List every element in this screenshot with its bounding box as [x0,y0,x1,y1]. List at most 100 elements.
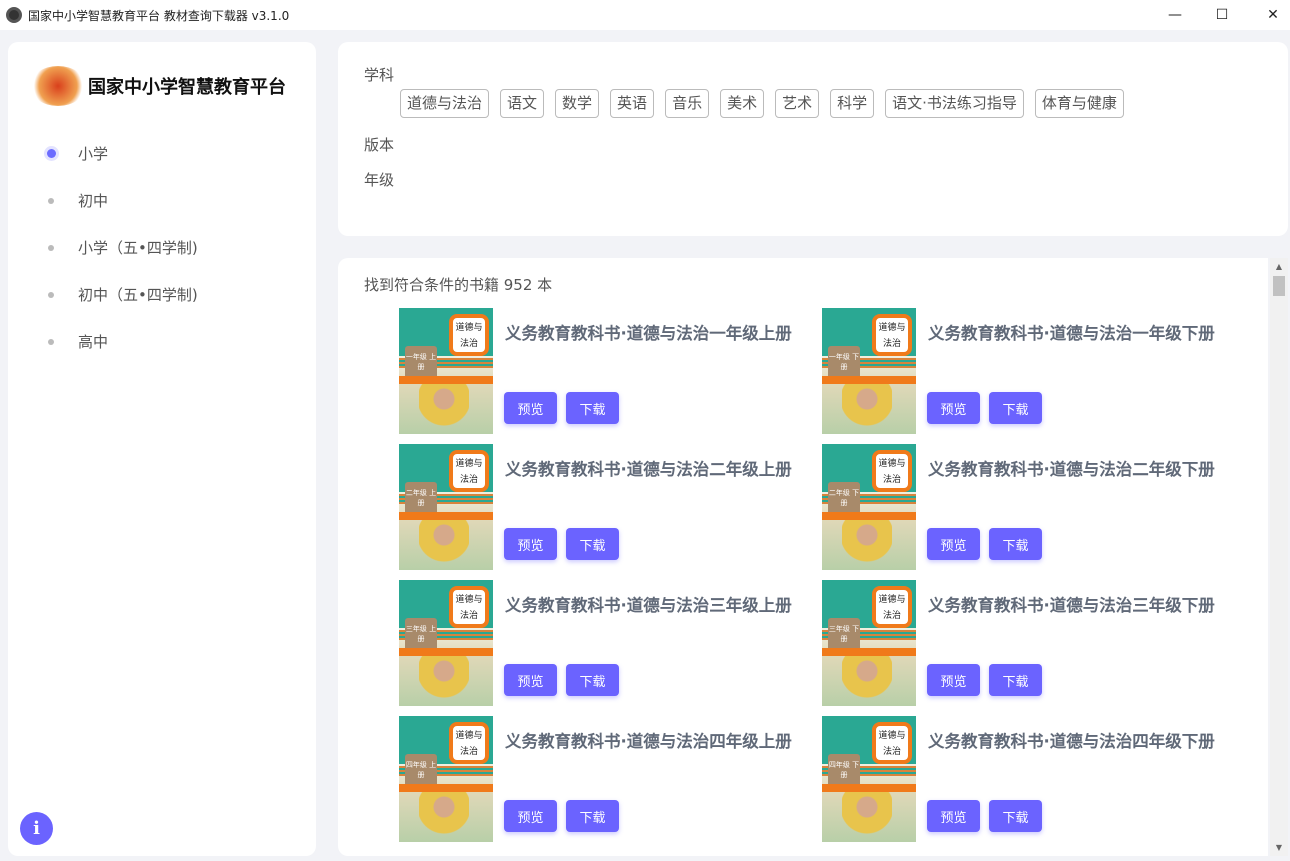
download-button[interactable]: 下载 [989,664,1042,696]
download-button[interactable]: 下载 [566,392,619,424]
book-title: 义务教育教科书·道德与法治二年级下册 [928,460,1215,479]
download-button[interactable]: 下载 [989,800,1042,832]
results-panel: 找到符合条件的书籍 952 本 一年级 上册 道德与法治 义务教育教科书·道德与法… [338,258,1268,856]
book-cover[interactable]: 一年级 下册 道德与法治 [822,308,916,434]
subject-tag[interactable]: 道德与法治 [400,89,490,118]
preview-button[interactable]: 预览 [504,664,557,696]
cover-title: 道德与法治 [872,722,912,764]
cover-grade: 三年级 上册 [405,618,437,652]
bullet-icon [48,291,54,298]
subject-tag[interactable]: 语文·书法练习指导 [885,89,1024,118]
cover-title: 道德与法治 [872,314,912,356]
nav-item[interactable]: 小学（五•四学制) [48,224,198,271]
stage-nav: 小学初中小学（五•四学制) 初中（五•四学制) 高中 [47,130,198,365]
scroll-down-icon[interactable]: ▼ [1270,843,1288,852]
nav-item[interactable]: 高中 [48,318,198,365]
subject-tag[interactable]: 语文 [500,89,545,118]
download-button[interactable]: 下载 [566,528,619,560]
close-button[interactable]: ✕ [1250,0,1290,30]
edition-label: 版本 [364,136,395,154]
book-title: 义务教育教科书·道德与法治二年级上册 [505,460,792,479]
cover-grade: 二年级 上册 [405,482,437,516]
book-cover[interactable]: 四年级 上册 道德与法治 [399,716,493,842]
download-button[interactable]: 下载 [989,528,1042,560]
book-title: 义务教育教科书·道德与法治四年级上册 [505,732,792,751]
preview-button[interactable]: 预览 [927,392,980,424]
preview-button[interactable]: 预览 [927,664,980,696]
nav-item[interactable]: 初中（五•四学制) [48,271,198,318]
bullet-icon [48,197,54,204]
book-title: 义务教育教科书·道德与法治一年级上册 [505,324,792,343]
nav-item-label: 高中 [78,333,109,351]
cover-title: 道德与法治 [872,450,912,492]
subject-tag[interactable]: 美术 [720,89,765,118]
preview-button[interactable]: 预览 [504,392,557,424]
cover-grade: 三年级 下册 [828,618,860,652]
book-item: 一年级 下册 道德与法治 义务教育教科书·道德与法治一年级下册 预览 下载 [822,308,1242,434]
book-cover[interactable]: 二年级 下册 道德与法治 [822,444,916,570]
book-item: 四年级 上册 道德与法治 义务教育教科书·道德与法治四年级上册 预览 下载 [399,716,819,842]
download-button[interactable]: 下载 [566,664,619,696]
book-item: 四年级 下册 道德与法治 义务教育教科书·道德与法治四年级下册 预览 下载 [822,716,1242,842]
bullet-icon [47,149,56,158]
bullet-icon [48,338,54,345]
book-item: 二年级 上册 道德与法治 义务教育教科书·道德与法治二年级上册 预览 下载 [399,444,819,570]
logo-text: 国家中小学智慧教育平台 [88,77,286,98]
book-item: 三年级 上册 道德与法治 义务教育教科书·道德与法治三年级上册 预览 下载 [399,580,819,706]
cover-title: 道德与法治 [449,586,489,628]
cover-title: 道德与法治 [449,314,489,356]
info-icon[interactable]: i [20,812,53,845]
book-cover[interactable]: 一年级 上册 道德与法治 [399,308,493,434]
preview-button[interactable]: 预览 [504,528,557,560]
sidebar: 国家中小学智慧教育平台 小学初中小学（五•四学制) 初中（五•四学制) 高中 i [8,42,316,856]
scroll-up-icon[interactable]: ▲ [1270,262,1288,271]
nav-item[interactable]: 小学 [47,130,198,177]
minimize-button[interactable]: — [1152,0,1198,30]
subject-tag[interactable]: 数学 [555,89,600,118]
grade-label: 年级 [364,171,395,189]
scrollbar[interactable]: ▲ ▼ [1270,258,1288,856]
nav-item-label: 初中 [78,192,109,210]
app-icon [6,7,22,23]
preview-button[interactable]: 预览 [927,800,980,832]
cover-grade: 四年级 下册 [828,754,860,788]
book-item: 二年级 下册 道德与法治 义务教育教科书·道德与法治二年级下册 预览 下载 [822,444,1242,570]
nav-item-label: 小学（五•四学制) [78,239,198,257]
book-cover[interactable]: 二年级 上册 道德与法治 [399,444,493,570]
cover-grade: 一年级 下册 [828,346,860,380]
download-button[interactable]: 下载 [566,800,619,832]
window-title: 国家中小学智慧教育平台 教材查询下载器 v3.1.0 [28,8,290,23]
maximize-button[interactable]: ☐ [1199,0,1245,30]
scrollbar-thumb[interactable] [1273,276,1285,296]
cover-grade: 四年级 上册 [405,754,437,788]
subject-tag[interactable]: 科学 [830,89,875,118]
book-title: 义务教育教科书·道德与法治三年级上册 [505,596,792,615]
book-cover[interactable]: 四年级 下册 道德与法治 [822,716,916,842]
nav-item-label: 初中（五•四学制) [78,286,198,304]
preview-button[interactable]: 预览 [504,800,557,832]
subject-tags: 道德与法治 语文 数学 英语 音乐 美术 艺术 科学 语文·书法练习指导 体育与健康 [400,89,1124,118]
nav-item-label: 小学 [78,145,109,163]
download-button[interactable]: 下载 [989,392,1042,424]
book-cover[interactable]: 三年级 上册 道德与法治 [399,580,493,706]
cover-grade: 一年级 上册 [405,346,437,380]
result-count: 找到符合条件的书籍 952 本 [364,276,553,294]
subject-tag[interactable]: 英语 [610,89,655,118]
cover-title: 道德与法治 [449,450,489,492]
nav-item[interactable]: 初中 [48,177,198,224]
book-cover[interactable]: 三年级 下册 道德与法治 [822,580,916,706]
platform-logo: 国家中小学智慧教育平台 [30,66,286,106]
cover-grade: 二年级 下册 [828,482,860,516]
preview-button[interactable]: 预览 [927,528,980,560]
book-title: 义务教育教科书·道德与法治四年级下册 [928,732,1215,751]
bullet-icon [48,244,54,251]
subject-tag[interactable]: 艺术 [775,89,820,118]
subject-tag[interactable]: 体育与健康 [1034,89,1124,118]
title-bar: 国家中小学智慧教育平台 教材查询下载器 v3.1.0 — ☐ ✕ [0,0,1290,30]
filter-panel: 学科 道德与法治 语文 数学 英语 音乐 美术 艺术 科学 语文·书法练习指导 体育与健康 版本 … [338,42,1288,236]
book-title: 义务教育教科书·道德与法治三年级下册 [928,596,1215,615]
book-title: 义务教育教科书·道德与法治一年级下册 [928,324,1215,343]
book-item: 一年级 上册 道德与法治 义务教育教科书·道德与法治一年级上册 预览 下载 [399,308,819,434]
subject-tag[interactable]: 音乐 [665,89,710,118]
cover-title: 道德与法治 [449,722,489,764]
